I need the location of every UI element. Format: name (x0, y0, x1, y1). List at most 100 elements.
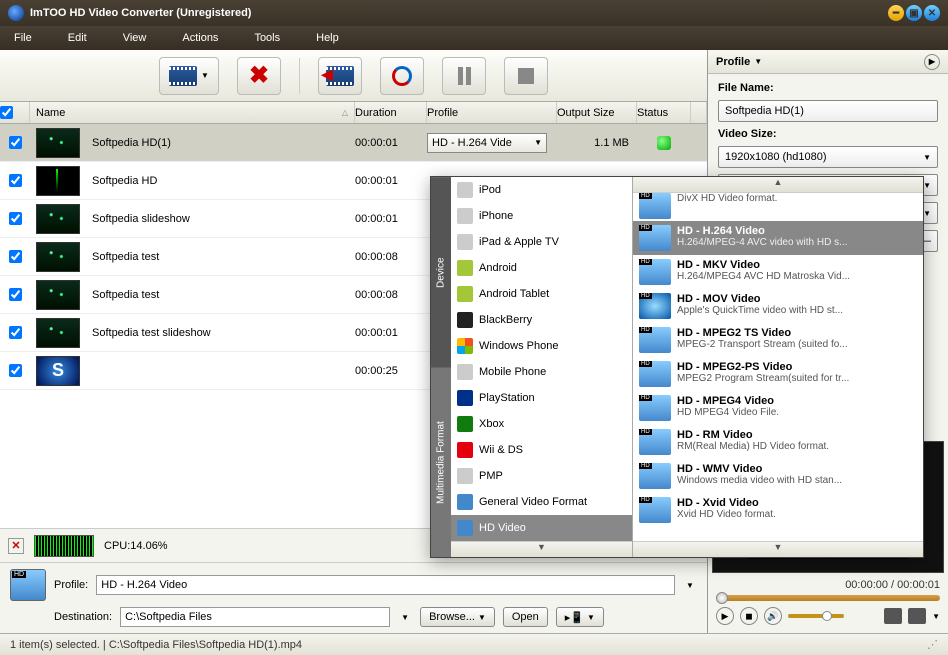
profile-field[interactable]: HD - H.264 Video (96, 575, 675, 595)
play-button[interactable]: ▶ (716, 607, 734, 625)
crop-button[interactable] (884, 608, 902, 624)
format-scroll-up[interactable]: ▲ (633, 177, 923, 193)
format-item[interactable]: HD - MPEG2-PS VideoMPEG2 Program Stream(… (633, 357, 923, 391)
device-item[interactable]: Xbox (451, 411, 632, 437)
remove-button[interactable]: ✖ (237, 57, 281, 95)
pause-button[interactable] (442, 57, 486, 95)
titlebar[interactable]: ImTOO HD Video Converter (Unregistered) … (0, 0, 948, 26)
panel-next-button[interactable]: ▶ (924, 54, 940, 70)
import-button[interactable]: ◄ (318, 57, 362, 95)
device-item[interactable]: General Video Format (451, 489, 632, 515)
format-item[interactable]: HD - MOV VideoApple's QuickTime video wi… (633, 289, 923, 323)
windows-phone-icon (457, 338, 473, 354)
col-profile[interactable]: Profile (427, 102, 557, 123)
row-checkbox[interactable] (9, 288, 22, 301)
row-checkbox[interactable] (9, 364, 22, 377)
thumbnail (36, 128, 80, 158)
destination-label: Destination: (54, 611, 112, 623)
browse-button[interactable]: Browse...▼ (420, 607, 495, 627)
profile-panel-header[interactable]: Profile▼ ▶ (708, 50, 948, 74)
filename-field[interactable]: Softpedia HD(1) (718, 100, 938, 122)
thumbnail (36, 204, 80, 234)
destination-dropdown-button[interactable]: ▼ (398, 613, 412, 622)
stop-playback-button[interactable]: ◼ (740, 607, 758, 625)
device-item[interactable]: PMP (451, 463, 632, 489)
format-item[interactable]: HD - RM VideoRM(Real Media) HD Video for… (633, 425, 923, 459)
col-name[interactable]: Name△ (30, 102, 355, 123)
menu-view[interactable]: View (123, 32, 147, 44)
format-icon (639, 293, 671, 319)
row-duration: 00:00:01 (355, 327, 427, 339)
open-button[interactable]: Open (503, 607, 548, 627)
row-name: Softpedia slideshow (86, 213, 355, 225)
col-output[interactable]: Output Size (557, 102, 637, 123)
row-checkbox[interactable] (9, 174, 22, 187)
col-status[interactable]: Status (637, 102, 691, 123)
minimize-button[interactable]: ━ (888, 5, 904, 21)
snapshot-button[interactable] (908, 608, 926, 624)
row-checkbox[interactable] (9, 136, 22, 149)
add-file-button[interactable]: ▼ (159, 57, 219, 95)
stop-button[interactable] (504, 57, 548, 95)
device-item[interactable]: iPod (451, 177, 632, 203)
thumbnail (36, 318, 80, 348)
menu-edit[interactable]: Edit (68, 32, 87, 44)
popup-tab-multimedia[interactable]: Multimedia Format (431, 367, 451, 557)
format-item[interactable]: HD - Xvid VideoXvid HD Video format. (633, 493, 923, 527)
row-checkbox[interactable] (9, 326, 22, 339)
close-cpu-button[interactable]: ✕ (8, 538, 24, 554)
format-icon (639, 395, 671, 421)
device-item[interactable]: iPad & Apple TV (451, 229, 632, 255)
format-icon (639, 463, 671, 489)
device-item[interactable]: Mobile Phone (451, 359, 632, 385)
refresh-button[interactable] (380, 57, 424, 95)
format-icon (639, 193, 671, 219)
destination-field[interactable]: C:\Softpedia Files (120, 607, 390, 627)
format-icon (639, 429, 671, 455)
format-item[interactable]: HD - MPEG4 VideoHD MPEG4 Video File. (633, 391, 923, 425)
table-row[interactable]: Softpedia HD(1) 00:00:01 HD - H.264 Vide… (0, 124, 707, 162)
format-item[interactable]: HD - H.264 VideoH.264/MPEG-4 AVC video w… (633, 221, 923, 255)
toolbar: ▼ ✖ ◄ (0, 50, 707, 102)
format-item[interactable]: HD - MPEG2 TS VideoMPEG-2 Transport Stre… (633, 323, 923, 357)
close-button[interactable]: ✕ (924, 5, 940, 21)
format-item[interactable]: HD - MKV VideoH.264/MPEG4 AVC HD Matrosk… (633, 255, 923, 289)
format-item[interactable]: HD - WMV VideoWindows media video with H… (633, 459, 923, 493)
popup-tab-device[interactable]: Device (431, 177, 451, 367)
maximize-button[interactable]: ▣ (906, 5, 922, 21)
col-duration[interactable]: Duration (355, 102, 427, 123)
menu-tools[interactable]: Tools (254, 32, 280, 44)
export-device-button[interactable]: ▸📱▼ (556, 607, 604, 627)
menu-file[interactable]: File (14, 32, 32, 44)
status-text: 1 item(s) selected. | C:\Softpedia Files… (10, 639, 302, 651)
android-tablet-icon (457, 286, 473, 302)
format-scroll-down[interactable]: ▼ (633, 541, 923, 557)
volume-slider[interactable] (788, 614, 844, 618)
profile-dropdown-button[interactable]: ▼ (683, 581, 697, 590)
select-all-checkbox[interactable] (0, 106, 13, 119)
device-item[interactable]: HD Video (451, 515, 632, 541)
film-icon (169, 66, 197, 86)
menu-help[interactable]: Help (316, 32, 339, 44)
row-checkbox[interactable] (9, 212, 22, 225)
device-item[interactable]: Windows Phone (451, 333, 632, 359)
thumbnail (36, 166, 80, 196)
pmp-icon (457, 468, 473, 484)
resize-grip-icon[interactable]: ⋰ (927, 638, 938, 651)
device-item[interactable]: Android (451, 255, 632, 281)
row-profile-select[interactable]: HD - H.264 Vide▼ (427, 133, 547, 153)
device-item[interactable]: BlackBerry (451, 307, 632, 333)
device-scroll-down[interactable]: ▼ (451, 541, 632, 557)
device-item[interactable]: PlayStation (451, 385, 632, 411)
row-checkbox[interactable] (9, 250, 22, 263)
row-duration: 00:00:01 (355, 213, 427, 225)
menu-actions[interactable]: Actions (182, 32, 218, 44)
device-item[interactable]: iPhone (451, 203, 632, 229)
device-item[interactable]: Android Tablet (451, 281, 632, 307)
seek-slider[interactable] (716, 595, 940, 601)
volume-button[interactable]: 🔊 (764, 607, 782, 625)
format-item[interactable]: DivX HD Video format. (633, 193, 923, 221)
videosize-select[interactable]: 1920x1080 (hd1080)▼ (718, 146, 938, 168)
device-item[interactable]: Wii & DS (451, 437, 632, 463)
snapshot-menu-button[interactable]: ▼ (932, 612, 940, 621)
